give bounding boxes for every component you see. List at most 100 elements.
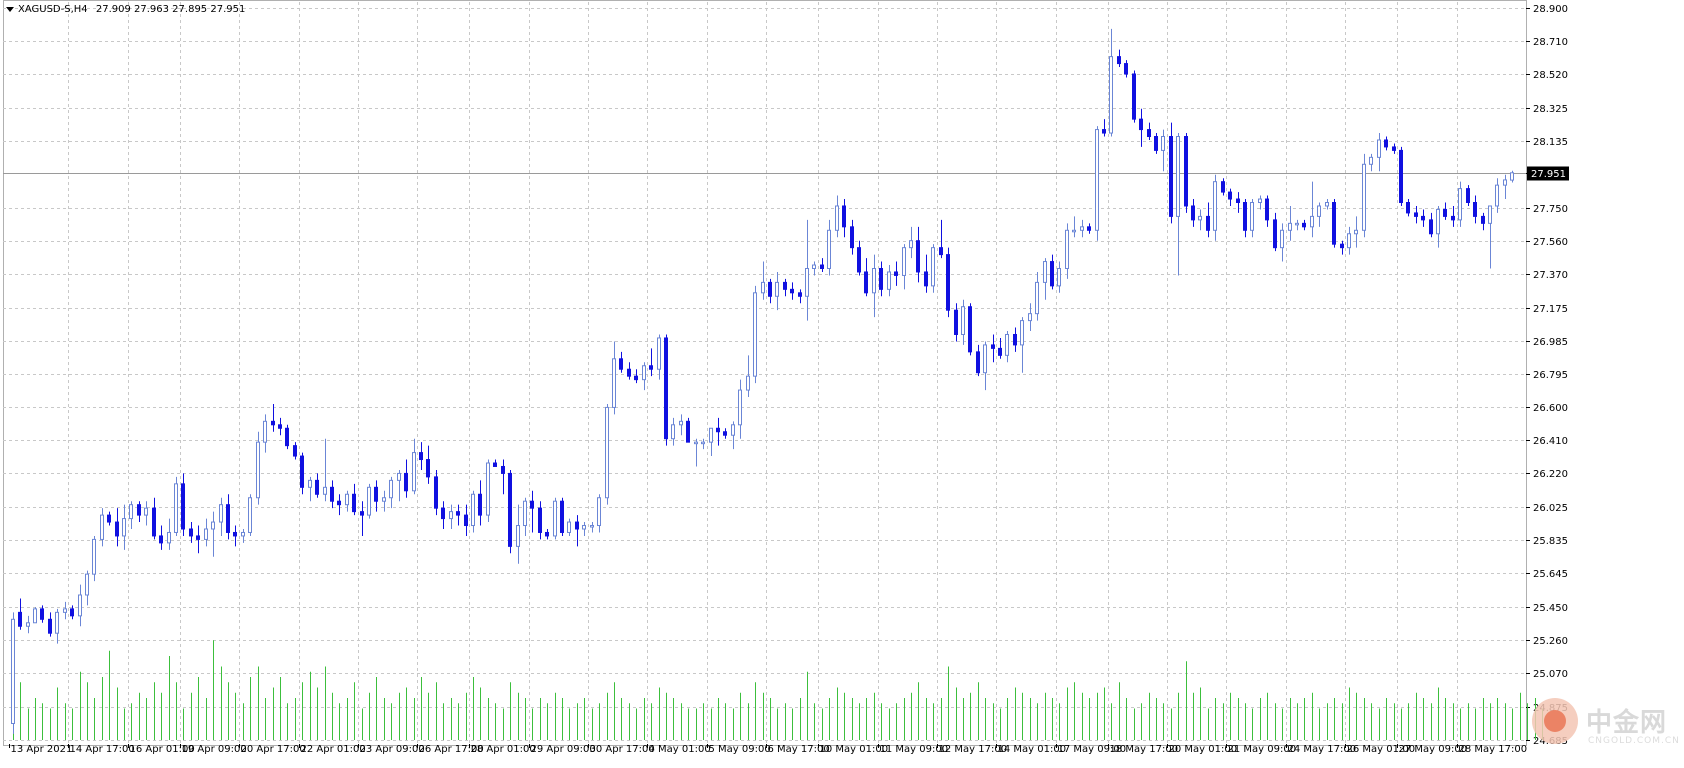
candle-body — [1332, 202, 1336, 245]
price-label: 26.985 — [1533, 337, 1568, 348]
candle-body — [649, 365, 653, 370]
candle-body — [879, 267, 883, 290]
time-label: 4 May 01:00 — [649, 744, 711, 755]
candle — [271, 403, 275, 432]
candle — [1258, 195, 1262, 210]
candle-body — [1288, 222, 1292, 231]
candle — [835, 195, 839, 238]
candle — [1347, 226, 1351, 255]
candle — [1020, 317, 1024, 373]
candle-body — [486, 462, 490, 516]
time-label: 19 Apr 09:00 — [182, 744, 247, 755]
candle-body — [842, 205, 846, 228]
candle-body — [991, 344, 995, 349]
candle — [1221, 178, 1225, 196]
candle — [345, 490, 349, 512]
candle-body — [352, 493, 356, 513]
candle-body — [516, 525, 520, 547]
candle — [671, 417, 675, 446]
time-label: 10 May 01:00 — [820, 744, 889, 755]
candle — [798, 289, 802, 304]
candle-body — [374, 486, 378, 502]
candle — [196, 525, 200, 554]
candle — [753, 285, 757, 384]
candle — [144, 501, 148, 526]
candle-body — [204, 528, 208, 540]
candle-body — [219, 504, 223, 523]
time-label: 29 Apr 09:00 — [531, 744, 596, 755]
time-label: 22 Apr 01:00 — [301, 744, 366, 755]
candle-body — [1057, 267, 1061, 287]
candle-body — [404, 472, 408, 492]
candle-body — [1043, 261, 1047, 283]
price-label: 25.260 — [1533, 636, 1568, 647]
candle-body — [1414, 212, 1418, 217]
candle-body — [1176, 136, 1180, 217]
candle — [605, 403, 609, 505]
candle-body — [55, 611, 59, 634]
candle-body — [864, 271, 868, 294]
candle — [26, 615, 30, 634]
candle-body — [857, 247, 861, 273]
candle-body — [1087, 226, 1091, 231]
candle-body — [545, 531, 549, 537]
price-label: 25.070 — [1533, 669, 1568, 680]
candle-body — [226, 504, 230, 533]
candlestick-chart[interactable]: 28.900 28.710 28.520 28.325 28.135 27.750 27.5… — [0, 0, 1684, 765]
candle-body — [560, 500, 564, 533]
candle — [382, 490, 386, 512]
candle-body — [538, 507, 542, 533]
candle-body — [1325, 202, 1329, 207]
candle — [48, 612, 52, 637]
candle — [590, 522, 594, 533]
candle — [805, 219, 809, 321]
candle-body — [1384, 139, 1388, 148]
candle-body — [1198, 215, 1202, 221]
candle-body — [1443, 208, 1447, 217]
candle-body — [278, 424, 282, 429]
price-label: 28.325 — [1533, 104, 1568, 115]
candle — [129, 501, 133, 529]
candle-body — [619, 358, 623, 370]
candle-body — [1154, 136, 1158, 151]
candle-body — [40, 608, 44, 620]
candle-body — [1065, 229, 1069, 269]
candle-body — [523, 500, 527, 527]
candle — [337, 494, 341, 516]
candle-body — [293, 445, 297, 457]
candle — [486, 459, 490, 523]
candle-body — [1243, 202, 1247, 231]
candle-body — [909, 240, 913, 249]
candle — [723, 428, 727, 439]
candle-body — [441, 507, 445, 520]
candle-body — [835, 205, 839, 231]
candle — [1421, 209, 1425, 227]
candle-body — [961, 306, 965, 335]
candle — [508, 469, 512, 554]
candle — [1176, 133, 1180, 276]
dropdown-arrow-icon[interactable] — [6, 6, 14, 12]
candle-body — [1302, 222, 1306, 228]
time-label: 13 Apr 2021 — [11, 744, 73, 755]
candle — [293, 442, 297, 460]
candle — [857, 240, 861, 276]
candle — [1377, 133, 1381, 172]
candle — [627, 362, 631, 380]
candle — [939, 219, 943, 259]
chart-canvas[interactable]: 28.900 28.710 28.520 28.325 28.135 27.750 27.5… — [0, 0, 1684, 765]
candle-body — [976, 351, 980, 374]
candle — [1095, 126, 1099, 241]
candle-body — [916, 240, 920, 273]
candle-body — [70, 608, 74, 617]
candle-body — [1369, 156, 1373, 165]
candle-body — [1184, 136, 1188, 207]
candle-body — [1072, 229, 1076, 233]
candle — [226, 494, 230, 540]
candle-body — [1473, 202, 1477, 217]
candle-body — [48, 618, 52, 634]
candle-body — [159, 535, 163, 544]
candle-body — [902, 247, 906, 276]
candle-body — [308, 479, 312, 488]
candle-body — [144, 507, 148, 516]
candle — [1429, 212, 1433, 238]
